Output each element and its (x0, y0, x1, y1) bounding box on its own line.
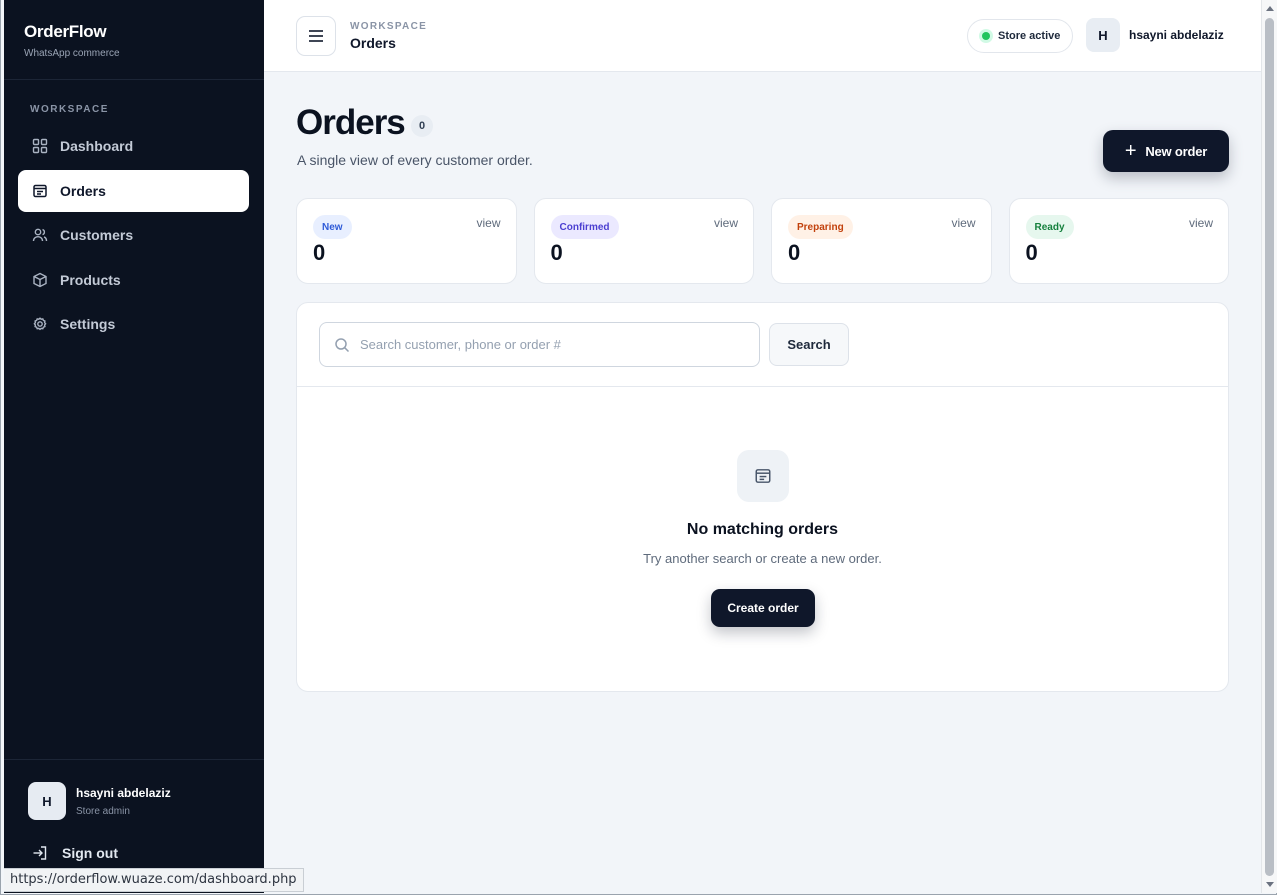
sign-out-icon (33, 846, 47, 860)
page-title: Orders (296, 103, 406, 142)
orders-icon (755, 469, 771, 483)
status-badge: Preparing (788, 215, 853, 239)
status-card-preparing[interactable]: Preparing view 0 (771, 198, 992, 284)
view-link[interactable]: view (476, 216, 500, 230)
sidebar-item-label: Products (60, 271, 121, 288)
user-menu[interactable]: H hsayni abdelaziz (1086, 18, 1224, 52)
status-card-ready[interactable]: Ready view 0 (1008, 198, 1229, 284)
sidebar-item-customers[interactable]: Customers (18, 214, 249, 256)
sidebar-item-settings[interactable]: Settings (18, 303, 249, 345)
new-order-button[interactable]: + New order (1103, 130, 1229, 172)
sign-out-button[interactable]: Sign out (32, 845, 118, 861)
status-count: 0 (550, 240, 563, 265)
empty-state-title: No matching orders (686, 521, 839, 538)
sidebar-item-products[interactable]: Products (18, 259, 249, 301)
nav-section-label: WORKSPACE (30, 104, 109, 115)
sign-out-label: Sign out (62, 845, 118, 861)
sidebar-item-label: Settings (60, 316, 116, 332)
status-label: Store active (998, 30, 1061, 42)
sidebar-item-label: Orders (60, 182, 106, 199)
box-icon (32, 272, 48, 288)
sidebar-nav: Dashboard Orders Customers Products Sett… (18, 125, 249, 348)
top-header: WORKSPACE Orders Store active H hsayni a… (264, 0, 1261, 72)
search-box[interactable] (319, 322, 760, 367)
status-dot-icon (982, 32, 990, 40)
view-link[interactable]: view (1189, 216, 1213, 230)
breadcrumb: WORKSPACE (350, 21, 428, 32)
status-count: 0 (313, 240, 326, 265)
menu-toggle-button[interactable] (296, 16, 336, 56)
panel-divider (297, 386, 1228, 387)
vertical-scrollbar[interactable] (1261, 0, 1277, 893)
avatar: H (28, 782, 66, 820)
brand-name[interactable]: OrderFlow (24, 22, 244, 42)
orders-icon (32, 183, 48, 199)
order-count-badge: 0 (411, 115, 433, 137)
users-icon (32, 227, 48, 243)
scroll-up-icon[interactable] (1266, 6, 1274, 11)
status-url: https://orderflow.wuaze.com/dashboard.ph… (4, 868, 304, 892)
sidebar-item-dashboard[interactable]: Dashboard (18, 125, 249, 167)
sidebar-divider (4, 759, 264, 760)
sidebar-user-name: hsayni abdelaziz (76, 785, 171, 800)
view-link[interactable]: view (951, 216, 975, 230)
status-count: 0 (1025, 240, 1038, 265)
status-cards: New view 0 Confirmed view 0 Preparing vi… (296, 198, 1229, 284)
sidebar: OrderFlow WhatsApp commerce WORKSPACE Da… (4, 0, 264, 893)
sidebar-item-label: Customers (60, 227, 134, 243)
view-link[interactable]: view (714, 216, 738, 230)
page-subtitle: A single view of every customer order. (297, 152, 533, 168)
status-card-new[interactable]: New view 0 (296, 198, 517, 284)
status-badge: Store active (967, 19, 1074, 53)
brand-subtitle: WhatsApp commerce (24, 48, 120, 59)
search-button[interactable]: Search (769, 323, 849, 366)
empty-state-subtitle: Try another search or create a new order… (643, 551, 882, 566)
sidebar-item-label: Dashboard (60, 138, 134, 154)
gear-icon (32, 316, 48, 332)
search-input[interactable] (360, 337, 750, 352)
status-badge: New (313, 215, 352, 239)
grid-icon (32, 138, 48, 154)
scrollbar-thumb[interactable] (1265, 18, 1274, 876)
avatar: H (1086, 18, 1120, 52)
scroll-down-icon[interactable] (1266, 882, 1274, 887)
new-order-label: New order (1145, 143, 1208, 159)
sidebar-user[interactable]: H hsayni abdelaziz Store admin (28, 782, 171, 820)
plus-icon: + (1124, 140, 1137, 162)
create-order-button[interactable]: Create order (711, 589, 815, 627)
empty-state-icon (737, 450, 789, 502)
sidebar-item-orders[interactable]: Orders (18, 169, 249, 212)
header-user-name: hsayni abdelaziz (1129, 28, 1224, 42)
orders-panel: Search No matching orders Try another se… (296, 302, 1229, 692)
hamburger-icon (309, 30, 323, 42)
status-card-confirmed[interactable]: Confirmed view 0 (533, 198, 754, 284)
header-title: Orders (350, 35, 396, 51)
status-badge: Confirmed (550, 215, 619, 239)
sidebar-user-role: Store admin (76, 805, 130, 817)
status-count: 0 (788, 240, 801, 265)
status-badge: Ready (1025, 215, 1074, 239)
brand: OrderFlow WhatsApp commerce (4, 0, 264, 80)
search-icon (335, 337, 350, 352)
